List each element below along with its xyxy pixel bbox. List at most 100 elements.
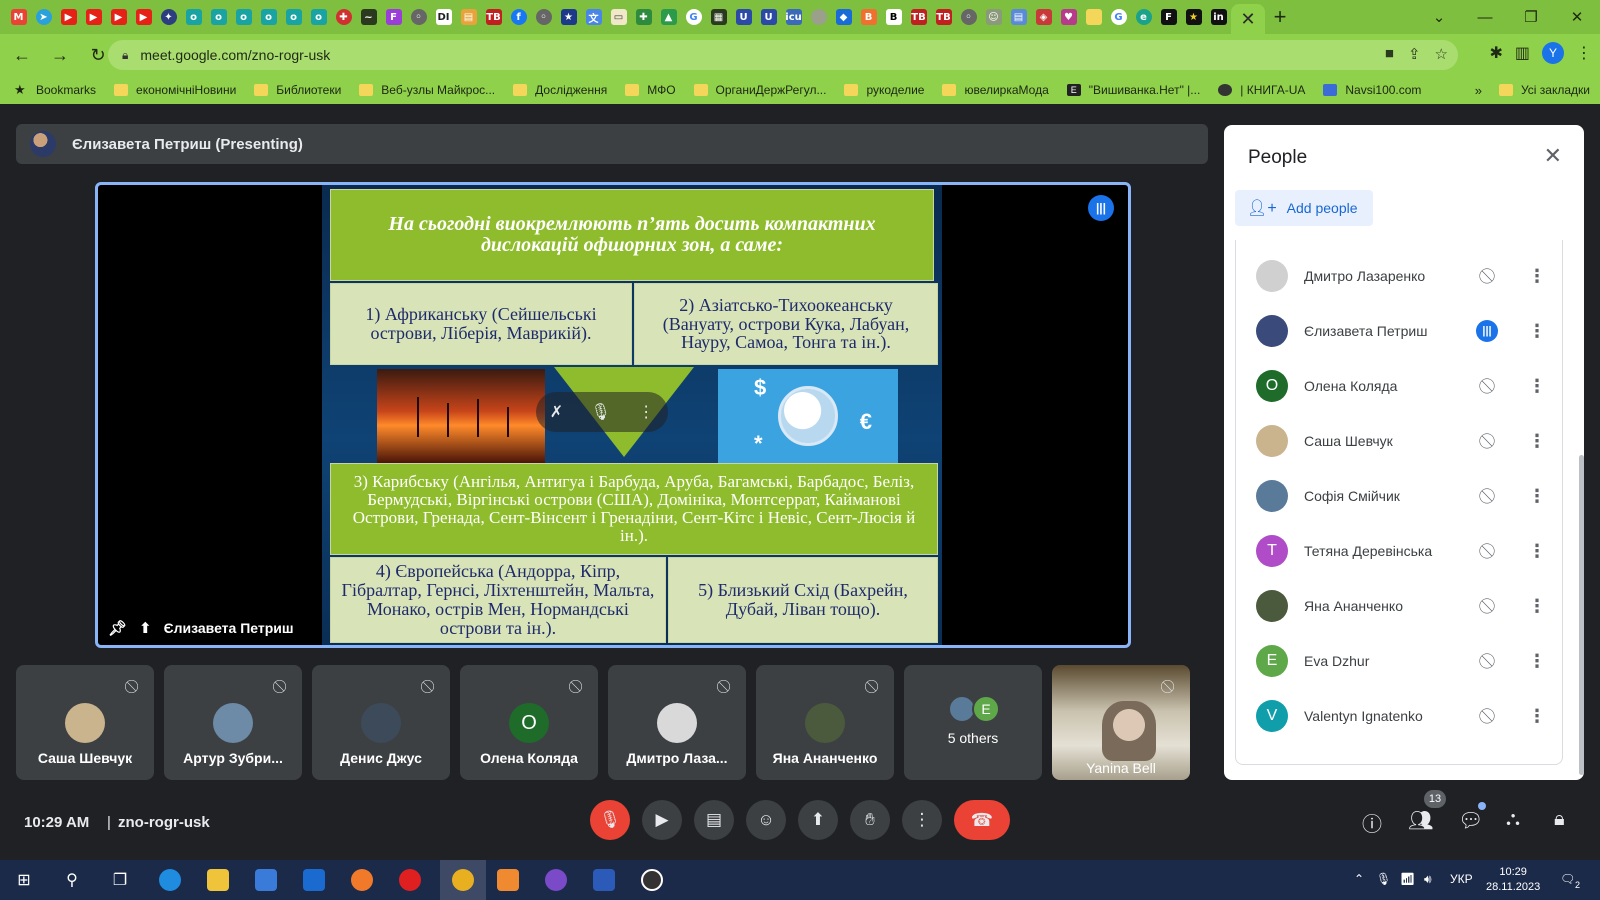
tab-site-22[interactable]: U: [756, 0, 781, 34]
more-vert-icon[interactable]: ⋮: [1528, 596, 1546, 617]
participant-tile[interactable]: 🚫︎ О Олена Коляда: [460, 665, 598, 780]
unpin-icon[interactable]: ✗: [550, 402, 563, 422]
activities-icon[interactable]: ⛬: [1506, 808, 1520, 831]
tab-site-12[interactable]: DI: [431, 0, 456, 34]
tab-site-24[interactable]: [806, 0, 831, 34]
tab-site-26[interactable]: B: [856, 0, 881, 34]
tab-site-19[interactable]: ✚: [631, 0, 656, 34]
volume-icon[interactable]: 🔊︎: [1424, 872, 1432, 887]
bookmarks-more-button[interactable]: »: [1475, 83, 1482, 98]
others-tile[interactable]: E 5 others: [904, 665, 1042, 780]
more-vert-icon[interactable]: ⋮: [1528, 431, 1546, 452]
tab-site-27[interactable]: B: [881, 0, 906, 34]
more-vert-icon[interactable]: ⋮: [638, 402, 654, 422]
tab-site-32[interactable]: ▤: [1006, 0, 1031, 34]
opera-icon[interactable]: [396, 866, 424, 894]
wifi-icon[interactable]: 📶︎: [1400, 872, 1415, 886]
tab-site-14[interactable]: TB: [481, 0, 506, 34]
all-bookmarks-button[interactable]: Усі закладки: [1498, 83, 1590, 97]
tab-site-1[interactable]: ✦: [156, 0, 181, 34]
firefox-icon[interactable]: [348, 866, 376, 894]
tab-site-21[interactable]: U: [731, 0, 756, 34]
bookmark-item[interactable]: МФО: [625, 83, 676, 97]
camera-icon[interactable]: ■: [1385, 45, 1394, 63]
tab-site-4[interactable]: o: [231, 0, 256, 34]
video-tile[interactable]: 🚫︎ Yanina Bell: [1052, 665, 1190, 780]
tab-site-37[interactable]: e: [1131, 0, 1156, 34]
participant-row[interactable]: Софія Смійчик 🚫︎ ⋮: [1236, 468, 1564, 524]
pin-icon[interactable]: 📌︎: [108, 619, 127, 637]
bookmark-star-icon[interactable]: ☆: [1435, 45, 1448, 63]
participant-tile[interactable]: 🚫︎ Саша Шевчук: [16, 665, 154, 780]
more-vert-icon[interactable]: ⋮: [1528, 486, 1546, 507]
tab-site-3[interactable]: o: [206, 0, 231, 34]
participant-row[interactable]: О Олена Коляда 🚫︎ ⋮: [1236, 358, 1564, 414]
participant-tile[interactable]: 🚫︎ Яна Ананченко: [756, 665, 894, 780]
lock-icon[interactable]: 🔒︎: [122, 48, 128, 63]
participant-row[interactable]: Дмитро Лазаренко 🚫︎ ⋮: [1236, 248, 1564, 304]
url-text[interactable]: meet.google.com/zno-rogr-usk: [140, 47, 330, 63]
participant-row[interactable]: Т Тетяна Деревінська 🚫︎ ⋮: [1236, 523, 1564, 579]
add-people-button[interactable]: 👤︎+ Add people: [1235, 190, 1373, 226]
bookmark-item[interactable]: ★ Bookmarks: [14, 82, 96, 98]
participant-row[interactable]: Яна Ананченко 🚫︎ ⋮: [1236, 578, 1564, 634]
profile-avatar[interactable]: Y: [1542, 42, 1564, 64]
bookmark-item[interactable]: Библиотеки: [254, 83, 341, 97]
tab-youtube-4[interactable]: ▶: [131, 0, 156, 34]
tab-facebook[interactable]: f: [506, 0, 531, 34]
camera-button[interactable]: ▶: [642, 800, 682, 840]
menu-icon[interactable]: ⋮: [1576, 43, 1592, 63]
tab-google[interactable]: G: [681, 0, 706, 34]
tab-gmail[interactable]: M: [6, 0, 31, 34]
minimize-icon[interactable]: —: [1462, 9, 1508, 26]
present-button[interactable]: ⬆: [798, 800, 838, 840]
captions-button[interactable]: ▤: [694, 800, 734, 840]
windows-start-icon[interactable]: ⊞: [10, 866, 38, 894]
presentation-stage[interactable]: На сьогодні виокремлюють п’ять досить ко…: [95, 182, 1131, 648]
notifications-icon[interactable]: 🗨︎: [1560, 872, 1575, 886]
store-icon[interactable]: [252, 866, 280, 894]
address-bar[interactable]: 🔒︎ meet.google.com/zno-rogr-usk ■ ⇪ ☆: [108, 40, 1458, 70]
tray-chevron-icon[interactable]: ⌃: [1354, 872, 1364, 886]
tab-site-6[interactable]: o: [281, 0, 306, 34]
more-vert-icon[interactable]: ⋮: [1528, 376, 1546, 397]
tray-mic-icon[interactable]: 🎙︎: [1376, 872, 1391, 886]
pdf-app-icon[interactable]: [494, 866, 522, 894]
tab-site-39[interactable]: ★: [1181, 0, 1206, 34]
tab-site-35[interactable]: [1081, 0, 1106, 34]
tab-site-34[interactable]: ♥: [1056, 0, 1081, 34]
side-panel-icon[interactable]: ▥: [1515, 43, 1530, 63]
task-view-icon[interactable]: ❐: [106, 866, 134, 894]
close-icon[interactable]: ✕: [1240, 9, 1255, 30]
tab-site-29[interactable]: TB: [931, 0, 956, 34]
raise-hand-button[interactable]: ✋︎: [850, 800, 890, 840]
tab-site-28[interactable]: TB: [906, 0, 931, 34]
close-icon[interactable]: ✕: [1544, 143, 1562, 169]
people-icon[interactable]: 👥︎: [1408, 808, 1433, 833]
tab-site-18[interactable]: ▭: [606, 0, 631, 34]
participant-row[interactable]: E Eva Dzhur 🚫︎ ⋮: [1236, 633, 1564, 689]
more-vert-icon[interactable]: ⋮: [1528, 706, 1546, 727]
bookmark-item[interactable]: ювелиркаМода: [942, 83, 1049, 97]
tab-site-15[interactable]: ◦: [531, 0, 556, 34]
bookmark-item[interactable]: Дослідження: [513, 83, 607, 97]
participant-row[interactable]: V Valentyn Ignatenko 🚫︎ ⋮: [1236, 688, 1564, 744]
mic-icon[interactable]: 🎙︎: [591, 402, 611, 422]
forward-icon[interactable]: →: [44, 45, 76, 66]
more-options-button[interactable]: ⋮: [902, 800, 942, 840]
language-indicator[interactable]: УКР: [1450, 872, 1473, 886]
search-icon[interactable]: ⚲: [58, 866, 86, 894]
tab-site-25[interactable]: ◆: [831, 0, 856, 34]
tab-site-30[interactable]: ◦: [956, 0, 981, 34]
tab-site-11[interactable]: ◦: [406, 0, 431, 34]
edge-icon[interactable]: [156, 866, 184, 894]
tab-search-icon[interactable]: ⌄: [1416, 8, 1462, 26]
tab-site-10[interactable]: F: [381, 0, 406, 34]
tab-youtube-3[interactable]: ▶: [106, 0, 131, 34]
media-player-icon[interactable]: [638, 866, 666, 894]
tab-site-20[interactable]: ▦: [706, 0, 731, 34]
tab-site-7[interactable]: o: [306, 0, 331, 34]
share-icon[interactable]: ⇪: [1408, 45, 1421, 63]
tab-site-33[interactable]: ◈: [1031, 0, 1056, 34]
bookmark-item[interactable]: ОрганиДержРегул...: [693, 83, 826, 97]
